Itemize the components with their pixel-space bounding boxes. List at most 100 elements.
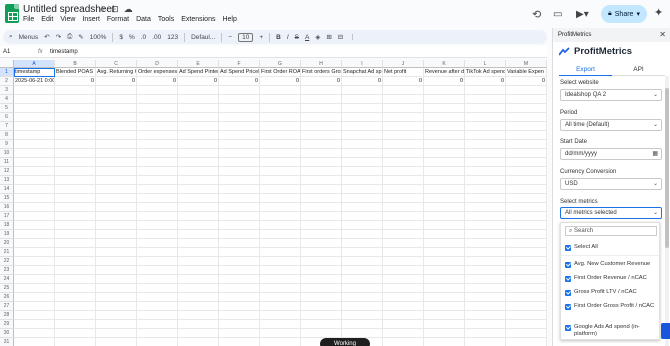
menu-insert[interactable]: Insert bbox=[82, 16, 100, 23]
cell[interactable] bbox=[178, 176, 219, 185]
row-header[interactable]: 18 bbox=[0, 221, 14, 230]
cell[interactable] bbox=[465, 203, 506, 212]
select-all-corner[interactable] bbox=[0, 60, 14, 68]
cell[interactable] bbox=[96, 203, 137, 212]
cell[interactable] bbox=[465, 302, 506, 311]
cell[interactable] bbox=[342, 329, 383, 338]
select-all-option[interactable]: Select All bbox=[565, 244, 659, 251]
cell[interactable] bbox=[465, 104, 506, 113]
cell[interactable] bbox=[383, 158, 424, 167]
cell[interactable] bbox=[342, 293, 383, 302]
move-folder-icon[interactable]: ⊡ bbox=[111, 4, 124, 14]
cell[interactable] bbox=[260, 86, 301, 95]
cell[interactable]: Order expenses bbox=[137, 68, 178, 77]
cell[interactable] bbox=[14, 266, 55, 275]
cell[interactable] bbox=[465, 176, 506, 185]
cell[interactable]: First Order ROA bbox=[260, 68, 301, 77]
cell[interactable] bbox=[178, 221, 219, 230]
cell[interactable] bbox=[14, 140, 55, 149]
cell[interactable]: 0 bbox=[506, 77, 547, 86]
cell[interactable] bbox=[14, 311, 55, 320]
cell[interactable] bbox=[178, 248, 219, 257]
cell[interactable] bbox=[424, 140, 465, 149]
cell[interactable] bbox=[424, 248, 465, 257]
cell[interactable] bbox=[424, 221, 465, 230]
cell[interactable]: 2025-06-21 0:00 bbox=[14, 77, 55, 86]
cell[interactable] bbox=[506, 239, 547, 248]
cell[interactable] bbox=[178, 185, 219, 194]
column-header[interactable]: C bbox=[96, 60, 137, 68]
cell[interactable] bbox=[383, 320, 424, 329]
cell[interactable] bbox=[14, 86, 55, 95]
cell[interactable] bbox=[506, 95, 547, 104]
cell[interactable] bbox=[137, 329, 178, 338]
cell[interactable] bbox=[178, 113, 219, 122]
cell[interactable] bbox=[178, 257, 219, 266]
row-header[interactable]: 9 bbox=[0, 140, 14, 149]
cell[interactable] bbox=[342, 302, 383, 311]
cell[interactable]: 0 bbox=[137, 77, 178, 86]
cell[interactable] bbox=[178, 149, 219, 158]
cell[interactable] bbox=[301, 167, 342, 176]
cell[interactable] bbox=[424, 302, 465, 311]
cell[interactable] bbox=[383, 338, 424, 346]
redo-icon[interactable]: ↷ bbox=[56, 33, 61, 41]
cell[interactable] bbox=[219, 239, 260, 248]
cell[interactable] bbox=[55, 329, 96, 338]
menu-help[interactable]: Help bbox=[222, 16, 236, 23]
cell[interactable] bbox=[14, 230, 55, 239]
cell[interactable] bbox=[301, 140, 342, 149]
cell[interactable] bbox=[260, 95, 301, 104]
metric-option[interactable]: First Order Revenue / nCAC bbox=[565, 275, 659, 282]
font-size-decrease[interactable]: − bbox=[228, 34, 232, 41]
cell[interactable] bbox=[219, 95, 260, 104]
cell[interactable] bbox=[506, 122, 547, 131]
cell[interactable] bbox=[342, 239, 383, 248]
cell[interactable] bbox=[178, 104, 219, 113]
cell[interactable] bbox=[96, 158, 137, 167]
cell[interactable] bbox=[219, 221, 260, 230]
cell[interactable] bbox=[260, 248, 301, 257]
cell[interactable] bbox=[96, 185, 137, 194]
comment-icon[interactable]: ▭ bbox=[553, 5, 562, 23]
cell[interactable] bbox=[301, 158, 342, 167]
row-header[interactable]: 25 bbox=[0, 284, 14, 293]
cell[interactable] bbox=[506, 266, 547, 275]
cell[interactable] bbox=[342, 86, 383, 95]
cell[interactable]: 0 bbox=[383, 77, 424, 86]
font-size-increase[interactable]: + bbox=[259, 34, 263, 41]
cell[interactable] bbox=[137, 86, 178, 95]
cell[interactable] bbox=[55, 320, 96, 329]
cell[interactable] bbox=[55, 293, 96, 302]
cell[interactable] bbox=[260, 104, 301, 113]
cell[interactable] bbox=[55, 149, 96, 158]
cell[interactable] bbox=[383, 122, 424, 131]
row-header[interactable]: 12 bbox=[0, 167, 14, 176]
cell[interactable] bbox=[465, 122, 506, 131]
column-header[interactable]: E bbox=[178, 60, 219, 68]
cell[interactable] bbox=[301, 122, 342, 131]
cell[interactable] bbox=[137, 122, 178, 131]
cell[interactable] bbox=[424, 158, 465, 167]
cell[interactable] bbox=[465, 230, 506, 239]
cell[interactable] bbox=[424, 329, 465, 338]
cell[interactable]: Blended POAS bbox=[55, 68, 96, 77]
cell[interactable] bbox=[14, 149, 55, 158]
cell[interactable] bbox=[260, 176, 301, 185]
cell[interactable] bbox=[96, 95, 137, 104]
row-header[interactable]: 1 bbox=[0, 68, 14, 77]
metric-option[interactable]: First Order Gross Profit / nCAC bbox=[565, 303, 659, 310]
cell[interactable] bbox=[55, 257, 96, 266]
cell[interactable] bbox=[96, 257, 137, 266]
bold-button[interactable]: B bbox=[276, 34, 281, 41]
cell[interactable] bbox=[137, 275, 178, 284]
cell[interactable] bbox=[424, 338, 465, 346]
cell[interactable] bbox=[301, 311, 342, 320]
cell[interactable] bbox=[178, 329, 219, 338]
cell[interactable] bbox=[137, 266, 178, 275]
cell[interactable] bbox=[465, 185, 506, 194]
cell[interactable] bbox=[96, 284, 137, 293]
cell[interactable] bbox=[137, 311, 178, 320]
cell[interactable] bbox=[424, 95, 465, 104]
cell[interactable] bbox=[424, 320, 465, 329]
